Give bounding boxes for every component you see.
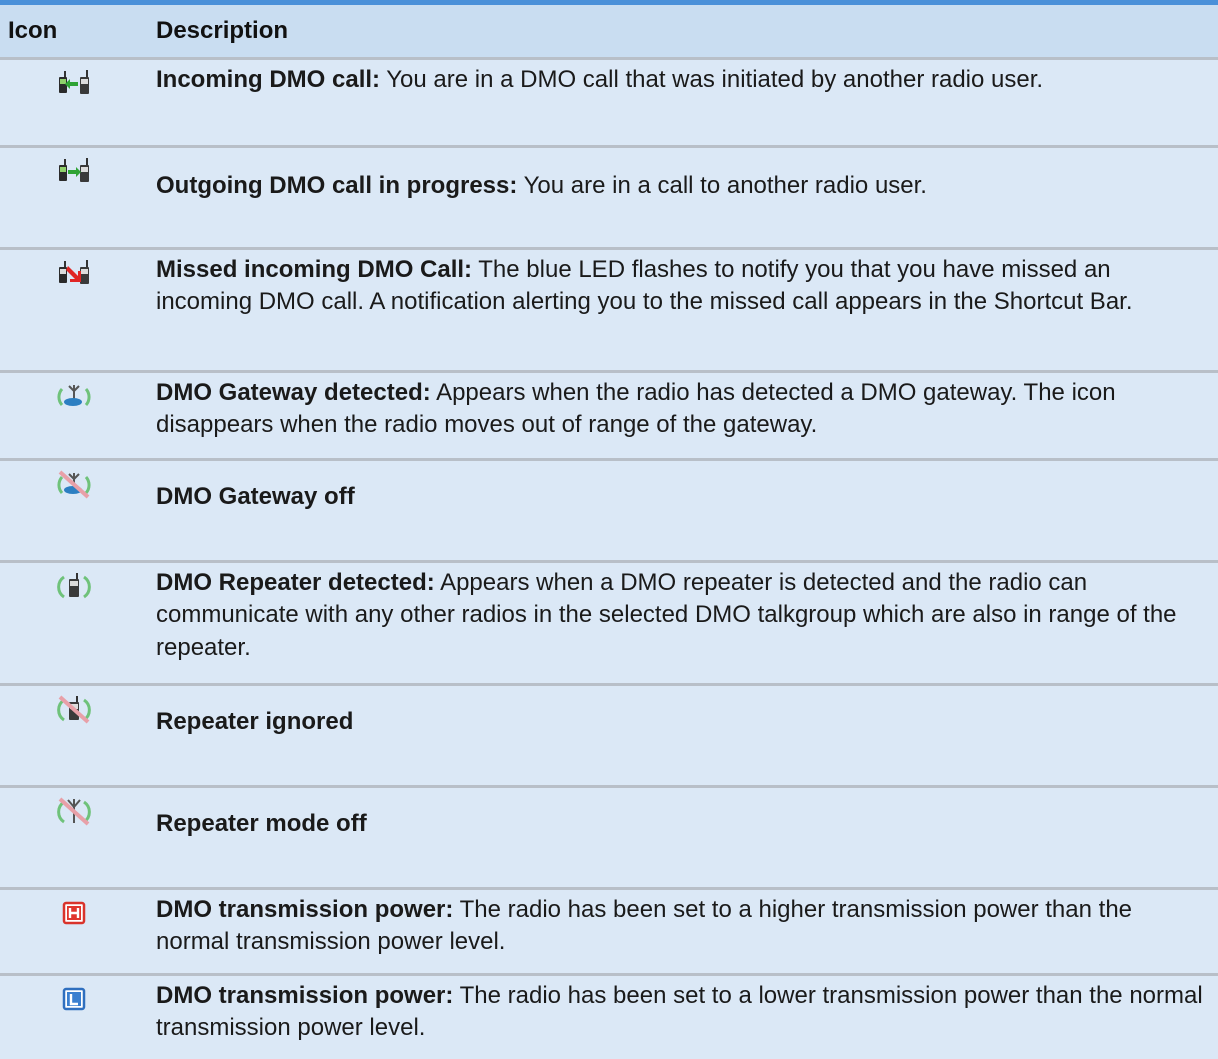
table-row: DMO Gateway detected: Appears when the r…	[0, 372, 1218, 460]
table-row: Repeater mode off	[0, 787, 1218, 889]
table-header-row: Icon Description	[0, 5, 1218, 59]
table-row: DMO Repeater detected: Appears when a DM…	[0, 562, 1218, 685]
low-power-icon	[57, 984, 91, 1014]
repeater-ignored-icon	[57, 694, 91, 724]
description-column-header: Description	[148, 5, 1218, 59]
dmo-repeater-detected-icon	[57, 571, 91, 601]
missed-dmo-call-icon	[57, 258, 91, 288]
table-row: Repeater ignored	[0, 685, 1218, 787]
table-row: DMO transmission power: The radio has be…	[0, 889, 1218, 975]
dmo-gateway-off-icon	[57, 469, 91, 499]
table-row: Incoming DMO call: You are in a DMO call…	[0, 59, 1218, 147]
row-title: DMO transmission power:	[156, 982, 453, 1009]
row-description: You are in a call to another radio user.	[517, 172, 927, 199]
incoming-dmo-call-icon	[57, 68, 91, 98]
row-title: DMO Gateway detected:	[156, 379, 431, 406]
dmo-gateway-detected-icon	[57, 381, 91, 411]
row-title: Missed incoming DMO Call:	[156, 256, 472, 283]
row-title: DMO Repeater detected:	[156, 569, 435, 596]
row-title: DMO Gateway off	[156, 483, 355, 510]
row-title: DMO transmission power:	[156, 896, 453, 923]
row-description: You are in a DMO call that was initiated…	[380, 66, 1043, 93]
row-title: Incoming DMO call:	[156, 66, 380, 93]
row-title: Repeater mode off	[156, 810, 367, 837]
outgoing-dmo-call-icon	[57, 156, 91, 186]
table-row: Missed incoming DMO Call: The blue LED f…	[0, 249, 1218, 372]
high-power-icon	[57, 898, 91, 928]
table-row: DMO transmission power: The radio has be…	[0, 975, 1218, 1059]
row-title: Repeater ignored	[156, 708, 353, 735]
repeater-mode-off-icon	[57, 796, 91, 826]
icon-description-table: Icon Description Incoming DMO call: You …	[0, 5, 1218, 1059]
table-row: DMO Gateway off	[0, 460, 1218, 562]
icon-column-header: Icon	[0, 5, 148, 59]
table-row: Outgoing DMO call in progress: You are i…	[0, 147, 1218, 249]
row-title: Outgoing DMO call in progress:	[156, 172, 517, 199]
